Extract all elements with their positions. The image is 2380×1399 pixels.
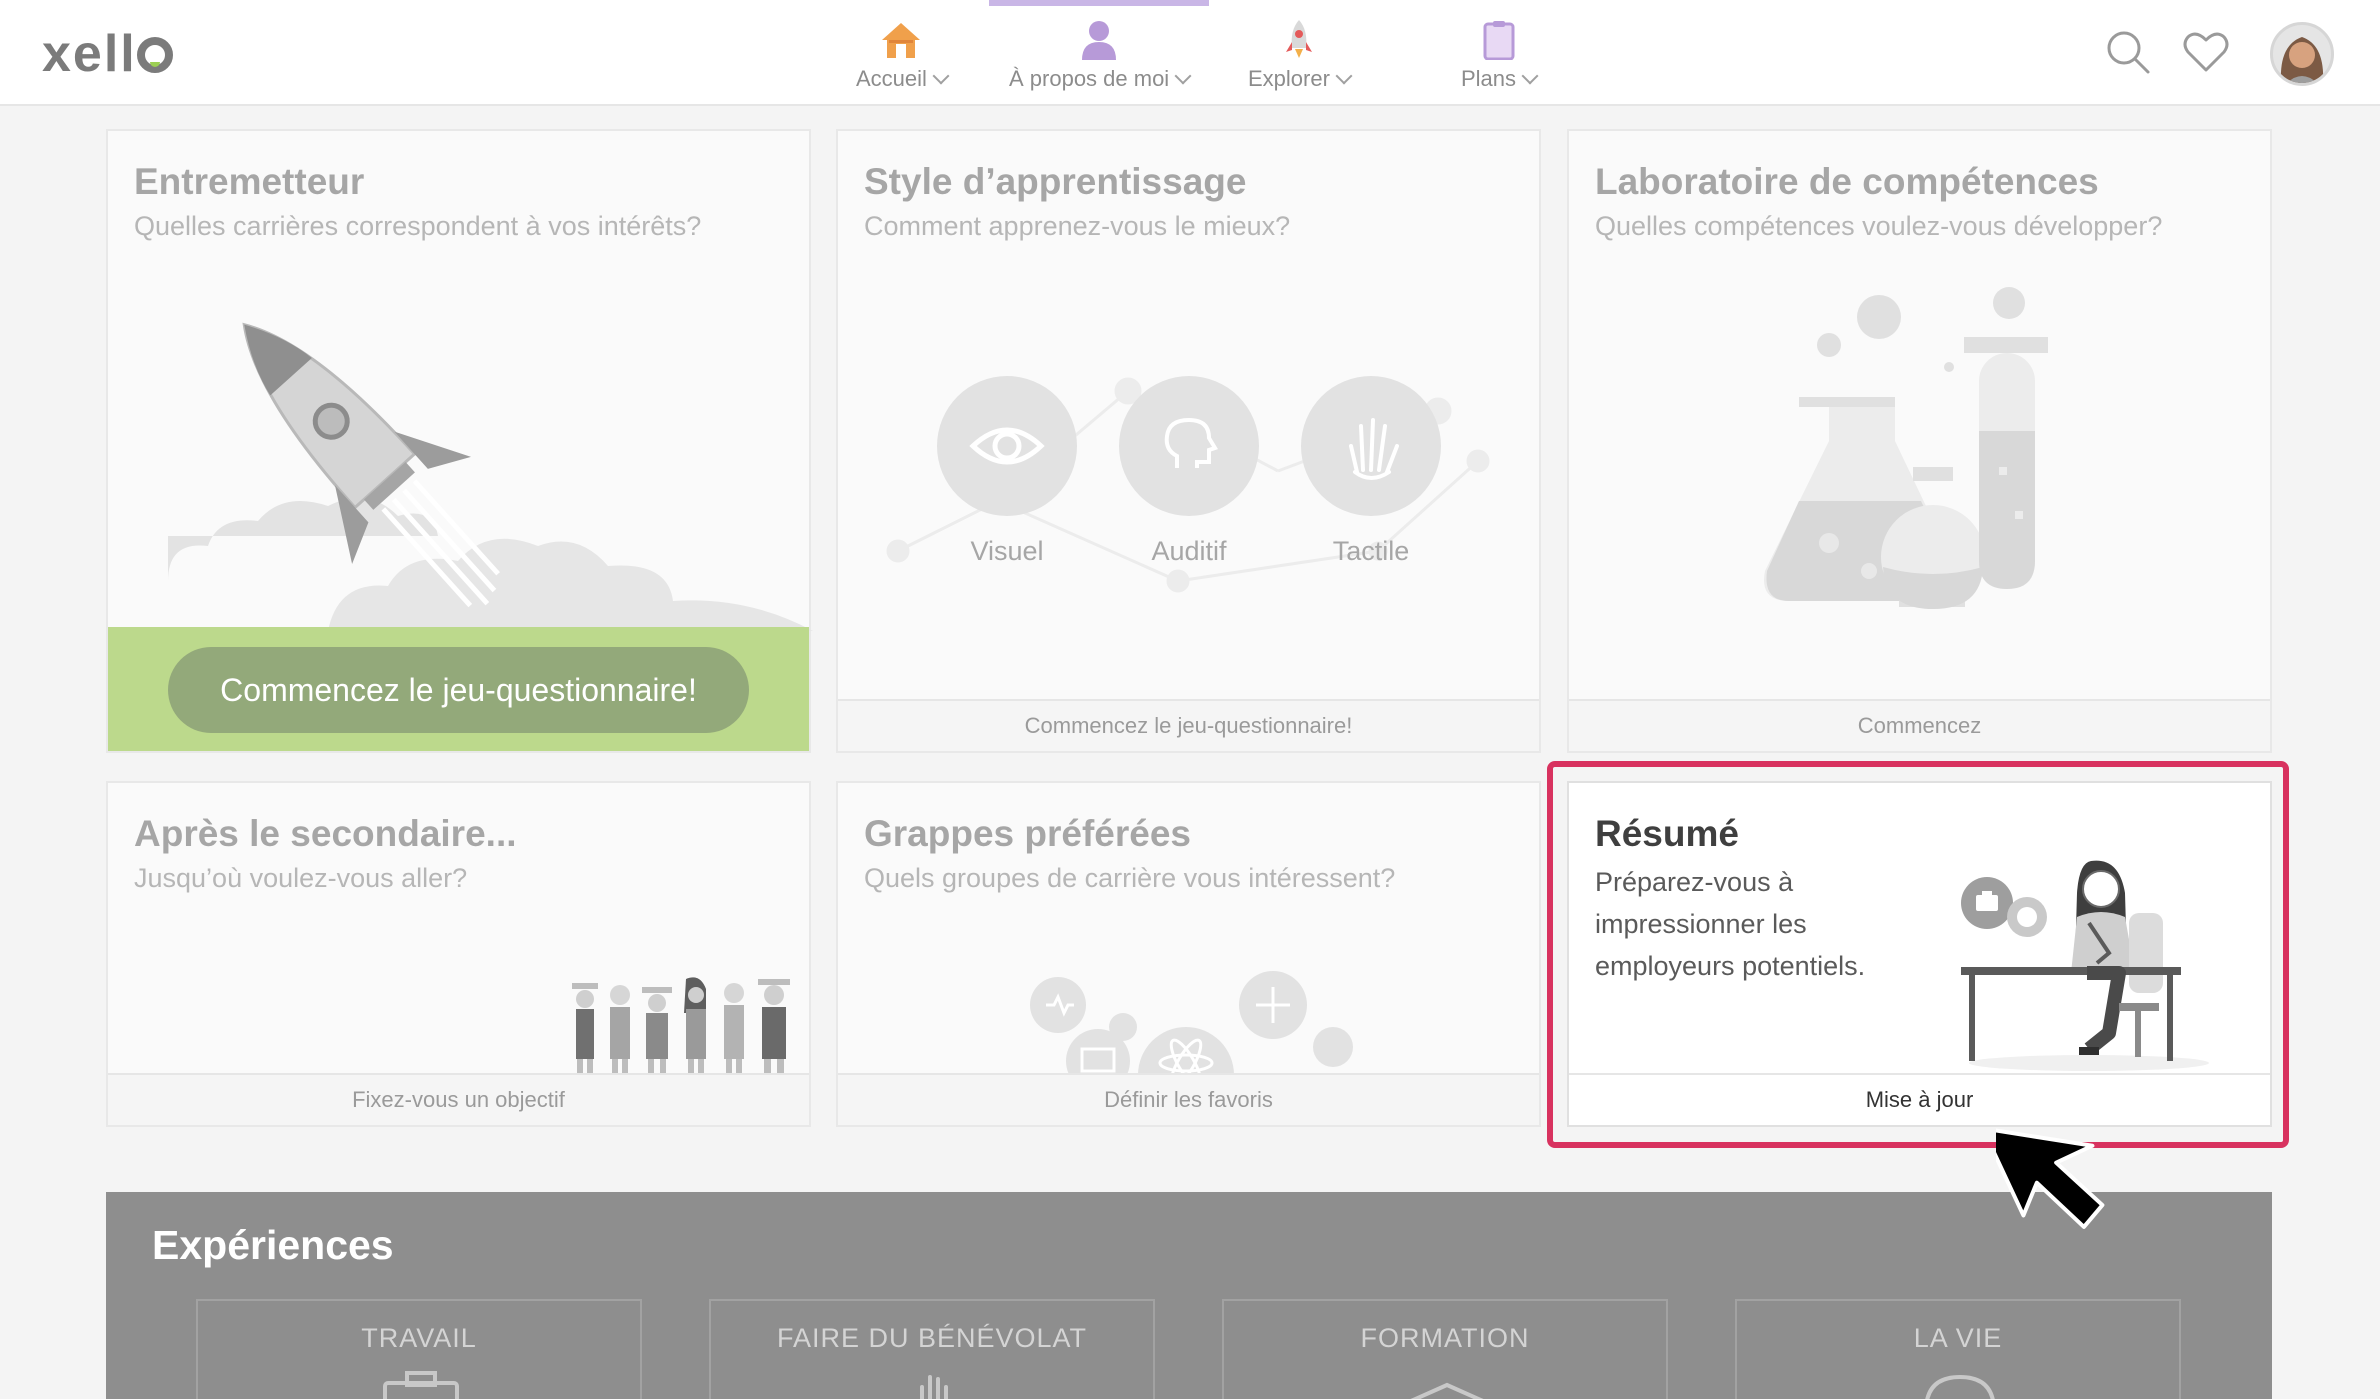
nav-item-plans[interactable]: Plans [1461, 0, 1536, 106]
style-label-auditif: Auditif [1151, 536, 1227, 566]
card-title: Style d’apprentissage [864, 161, 1247, 202]
experience-tile-label: LA VIE [1913, 1323, 2003, 1353]
card-subtitle: Comment apprenez-vous le mieux? [864, 211, 1291, 241]
hand-icon [920, 1375, 948, 1399]
graduates-illustration [572, 977, 790, 1075]
experience-tile-formation[interactable]: FORMATION [1222, 1299, 1668, 1399]
person-icon [1080, 18, 1118, 60]
experience-tile-la-vie[interactable]: LA VIE [1735, 1299, 2181, 1399]
nav-item-a-propos[interactable]: À propos de moi [988, 0, 1210, 106]
experience-tile-benevolat[interactable]: FAIRE DU BÉNÉVOLAT [709, 1299, 1155, 1399]
head-icon [1119, 376, 1259, 516]
card-laboratoire-competences[interactable]: Laboratoire de compétences Quelles compé… [1567, 129, 2272, 753]
experience-tile-label: FORMATION [1360, 1323, 1530, 1353]
card-style-apprentissage[interactable]: Style d’apprentissage Comment apprenez-v… [836, 129, 1541, 753]
card-footer-action[interactable]: Commencez le jeu-questionnaire! [838, 699, 1539, 751]
resume-woman-desk-illustration [1961, 860, 2209, 1071]
house-icon [880, 18, 922, 60]
eye-icon [937, 376, 1077, 516]
mouse-pointer-icon [1996, 1126, 2105, 1229]
style-label-visuel: Visuel [970, 536, 1044, 566]
briefcase-icon [383, 1371, 459, 1399]
heart-icon[interactable] [2182, 28, 2230, 76]
card-title: Entremetteur [134, 161, 365, 202]
experience-tile-travail[interactable]: TRAVAIL [196, 1299, 642, 1399]
card-subtitle: Quelles compétences voulez-vous développ… [1595, 211, 2163, 241]
card-title: Grappes préférées [864, 813, 1192, 854]
section-title: Expériences [152, 1222, 394, 1268]
avatar[interactable] [2270, 22, 2334, 86]
top-navigation-bar: xell Accueil À propos de moi Explorer Pl… [0, 0, 2380, 106]
rocket-icon [1284, 18, 1314, 60]
card-title: Laboratoire de compétences [1595, 161, 2099, 202]
card-title: Après le secondaire... [134, 813, 517, 854]
card-resume[interactable]: Résumé Préparez-vous à impressionner les… [1567, 781, 2272, 1127]
career-clusters-illustration [1030, 971, 1353, 1075]
card-footer-action[interactable]: Commencez [1569, 699, 2270, 751]
card-footer-action[interactable]: Définir les favoris [838, 1073, 1539, 1125]
search-icon[interactable] [2104, 28, 2152, 76]
lab-flask-illustration [1764, 287, 2048, 609]
card-subtitle: Quelles carrières correspondent à vos in… [134, 211, 702, 241]
nav-item-accueil[interactable]: Accueil [856, 0, 947, 106]
style-label-tactile: Tactile [1332, 536, 1410, 566]
card-description: Préparez-vous à impressionner les employ… [1595, 867, 1866, 981]
clipboard-icon [1483, 18, 1515, 60]
nav-label: À propos de moi [1009, 66, 1189, 92]
nav-label: Explorer [1248, 66, 1350, 92]
experiences-section: Expériences TRAVAIL FAIRE DU BÉNÉVOLAT F… [106, 1192, 2272, 1399]
card-grappes-preferees[interactable]: Grappes préférées Quels groupes de carri… [836, 781, 1541, 1127]
card-subtitle: Quels groupes de carrière vous intéresse… [864, 863, 1396, 893]
experience-tile-label: FAIRE DU BÉNÉVOLAT [776, 1323, 1088, 1353]
card-title: Résumé [1595, 813, 1739, 854]
card-entremetteur[interactable]: Entremetteur Quelles carrières correspon… [106, 129, 813, 753]
graduation-cap-icon [1410, 1382, 1484, 1399]
quiz-start-band: Commencez le jeu-questionnaire! [108, 627, 809, 751]
card-footer-action[interactable]: Fixez-vous un objectif [108, 1073, 809, 1125]
hand-icon [1301, 376, 1441, 516]
card-footer-action[interactable]: Mise à jour [1569, 1073, 2270, 1125]
globe-icon [1925, 1374, 1995, 1399]
card-subtitle: Jusqu’où voulez-vous aller? [134, 863, 468, 893]
experience-tile-label: TRAVAIL [361, 1323, 477, 1353]
rocket-illustration [168, 322, 813, 631]
xello-logo[interactable]: xell [42, 24, 173, 84]
start-quiz-button[interactable]: Commencez le jeu-questionnaire! [168, 647, 749, 733]
nav-label: Accueil [856, 66, 947, 92]
nav-label: Plans [1461, 66, 1536, 92]
nav-item-explorer[interactable]: Explorer [1248, 0, 1350, 106]
card-apres-secondaire[interactable]: Après le secondaire... Jusqu’où voulez-v… [106, 781, 811, 1127]
